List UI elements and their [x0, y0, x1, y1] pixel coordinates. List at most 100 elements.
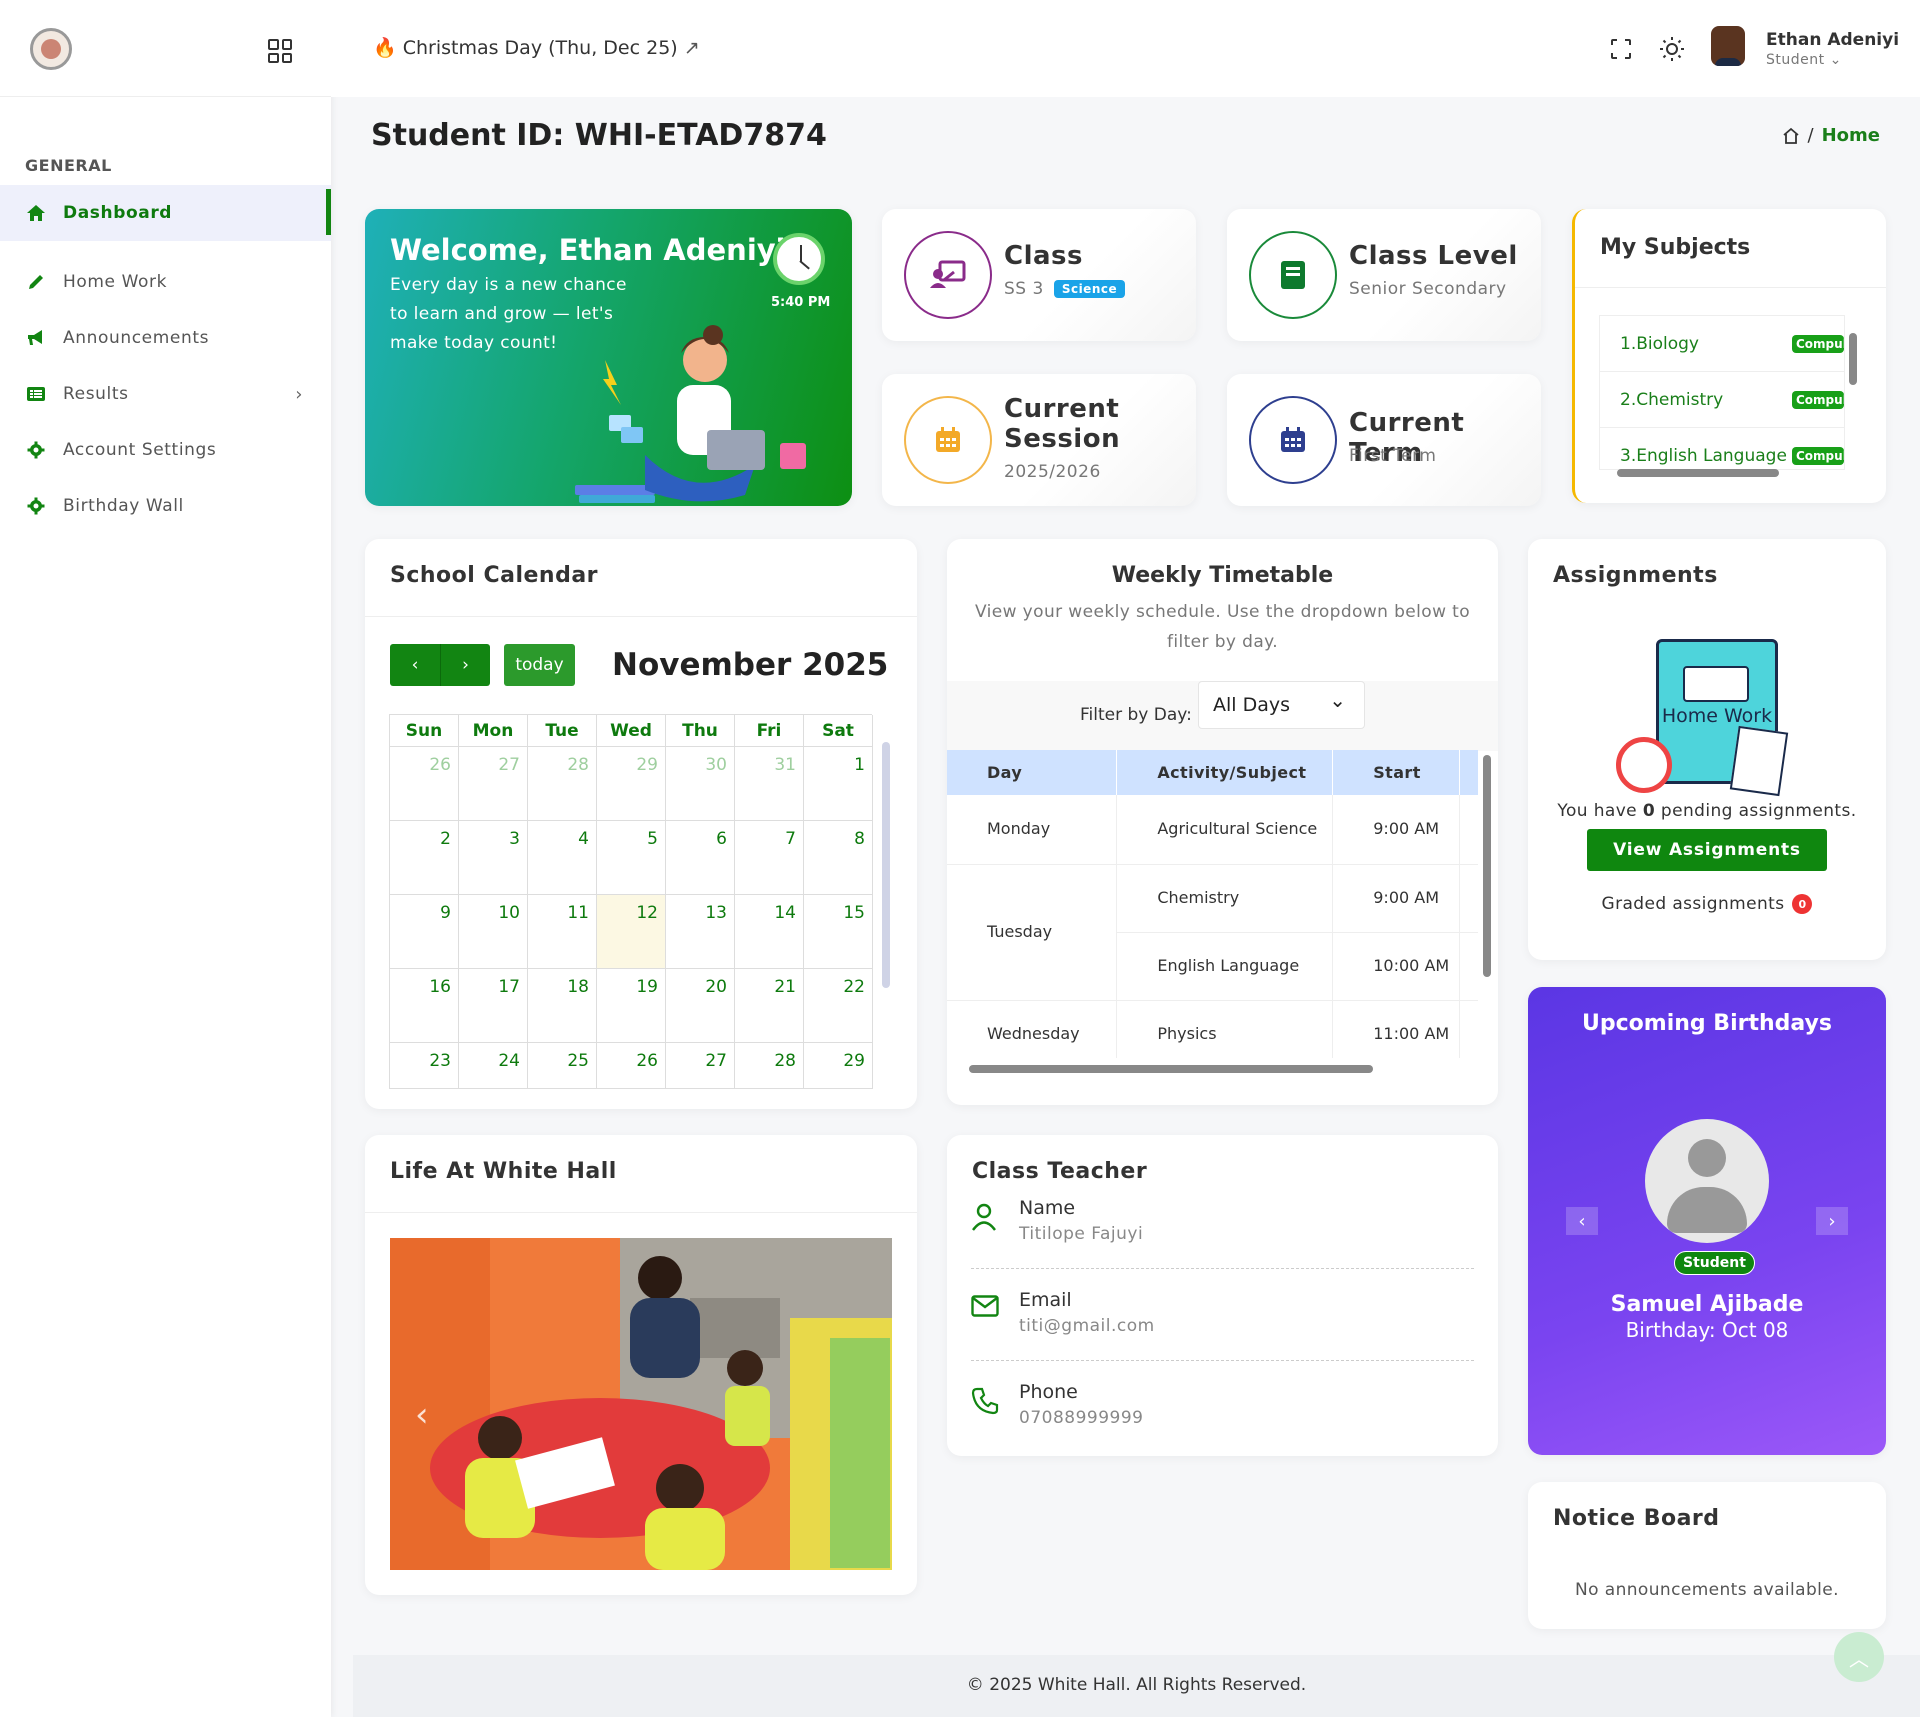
subjects-card: My Subjects 1.Biology Compulsory 2.Chemis…: [1572, 209, 1886, 503]
subjects-horizontal-scrollbar[interactable]: [1605, 469, 1835, 477]
home-outline-icon[interactable]: [1782, 127, 1800, 145]
sidebar-item-account-settings[interactable]: Account Settings: [0, 422, 331, 478]
calendar-day-cell[interactable]: 29: [804, 1043, 873, 1089]
column-header[interactable]: Day: [947, 750, 1118, 795]
breadcrumb-home[interactable]: Home: [1822, 125, 1880, 146]
calendar-day-cell[interactable]: 5: [597, 821, 666, 895]
teacher-phone-row: Phone 07088999999: [971, 1381, 1477, 1473]
day-filter-select[interactable]: All Days: [1198, 681, 1365, 729]
session-card: Current Session 2025/2026: [882, 374, 1196, 506]
column-header[interactable]: Activity/Subject: [1116, 750, 1334, 795]
calendar-day-cell[interactable]: 19: [597, 969, 666, 1043]
school-logo[interactable]: [30, 28, 72, 70]
home-icon: [25, 202, 47, 224]
teacher-phone[interactable]: 07088999999: [1019, 1408, 1143, 1428]
calendar-week-row: 9 10 11 12 13 14 15: [390, 895, 873, 969]
calendar-day-cell[interactable]: 16: [390, 969, 459, 1043]
calendar-day-cell[interactable]: 22: [804, 969, 873, 1043]
sidebar-item-announcements[interactable]: Announcements: [0, 310, 331, 366]
calendar-day-cell[interactable]: 2: [390, 821, 459, 895]
carousel-prev-icon[interactable]: ‹: [415, 1395, 429, 1435]
calendar-week-row: 26 27 28 29 30 31 1: [390, 747, 873, 821]
notice-empty-text: No announcements available.: [1575, 1580, 1839, 1600]
timetable-horizontal-scrollbar[interactable]: [957, 1065, 1473, 1073]
timetable-vertical-scrollbar[interactable]: [1483, 755, 1491, 1050]
user-role-dropdown[interactable]: Student ⌄: [1766, 52, 1842, 68]
view-assignments-button[interactable]: View Assignments: [1587, 829, 1827, 871]
graded-count-badge: 0: [1792, 894, 1813, 914]
calendar-day-cell[interactable]: 3: [459, 821, 528, 895]
calendar-scrollbar[interactable]: [882, 714, 890, 1094]
calendar-month: November 2025: [612, 647, 889, 683]
assignments-card: Assignments Home Work You have 0 pending…: [1528, 539, 1886, 960]
calendar-day-cell[interactable]: 9: [390, 895, 459, 969]
calendar-day-cell[interactable]: 24: [459, 1043, 528, 1089]
timetable-table: Day Activity/Subject Start Monday Agricu…: [947, 750, 1478, 1058]
calendar-day-cell[interactable]: 15: [804, 895, 873, 969]
calendar-day-cell[interactable]: 20: [666, 969, 735, 1043]
birthday-prev-button[interactable]: ‹: [1566, 1207, 1598, 1235]
teacher-email[interactable]: titi@gmail.com: [1019, 1316, 1155, 1336]
calendar-day-cell[interactable]: 26: [597, 1043, 666, 1089]
calendar-day-cell[interactable]: 8: [804, 821, 873, 895]
sidebar-item-results[interactable]: Results ›: [0, 366, 331, 422]
birthdays-title: Upcoming Birthdays: [1582, 1011, 1832, 1036]
graded-assignments-row[interactable]: Graded assignments 0: [1528, 894, 1886, 914]
event-link[interactable]: 🔥 Christmas Day (Thu, Dec 25) ↗: [373, 36, 700, 59]
divider: [971, 1360, 1474, 1361]
calendar-day-cell[interactable]: 10: [459, 895, 528, 969]
calendar-next-button[interactable]: ›: [440, 644, 490, 686]
sidebar-item-birthday-wall[interactable]: Birthday Wall: [0, 478, 331, 534]
class-label: Class: [1004, 241, 1083, 271]
calendar-day-cell[interactable]: 28: [528, 747, 597, 821]
calendar-day-cell[interactable]: 28: [735, 1043, 804, 1089]
table-cell-subject: Physics: [1116, 1000, 1334, 1058]
calendar-day-cell[interactable]: 14: [735, 895, 804, 969]
calendar-day-cell[interactable]: 23: [390, 1043, 459, 1089]
table-cell-day: Monday: [947, 795, 1118, 865]
calendar-day-cell[interactable]: 4: [528, 821, 597, 895]
class-value: SS 3: [1004, 279, 1044, 299]
calendar-day-cell[interactable]: 11: [528, 895, 597, 969]
subjects-list[interactable]: 1.Biology Compulsory 2.Chemistry Compulsor…: [1599, 315, 1845, 470]
table-cell-day: Wednesday: [947, 1000, 1118, 1058]
subjects-vertical-scrollbar[interactable]: [1849, 319, 1857, 459]
calendar-day-cell[interactable]: 12: [597, 895, 666, 969]
teacher-name-label: Name: [1019, 1197, 1076, 1219]
class-stream-badge: Science: [1053, 280, 1126, 298]
calendar-today-button[interactable]: today: [504, 644, 575, 686]
calendar-day-cell[interactable]: 27: [459, 747, 528, 821]
calendar-day-cell[interactable]: 27: [666, 1043, 735, 1089]
calendar-day-cell[interactable]: 7: [735, 821, 804, 895]
theme-toggle-icon[interactable]: [1659, 36, 1685, 62]
sidebar-item-home-work[interactable]: Home Work: [0, 254, 331, 310]
teacher-title: Class Teacher: [972, 1159, 1148, 1184]
sidebar-item-dashboard[interactable]: Dashboard: [0, 185, 331, 241]
calendar-day-cell[interactable]: 17: [459, 969, 528, 1043]
user-avatar[interactable]: [1711, 26, 1745, 66]
user-name[interactable]: Ethan Adeniyi: [1766, 30, 1899, 50]
calendar-prev-button[interactable]: ‹: [390, 644, 440, 686]
list-item[interactable]: 2.Chemistry Compulsory: [1600, 372, 1844, 428]
gear-icon: [25, 495, 47, 517]
calendar-day-cell[interactable]: 21: [735, 969, 804, 1043]
calendar-day-cell[interactable]: 1: [804, 747, 873, 821]
column-header[interactable]: Start: [1332, 750, 1461, 795]
calendar-day-cell[interactable]: 18: [528, 969, 597, 1043]
list-item[interactable]: 3.English Language Compulsory: [1600, 428, 1844, 469]
apps-grid-icon[interactable]: [268, 39, 292, 63]
calendar-day-cell[interactable]: 31: [735, 747, 804, 821]
calendar-day-cell[interactable]: 6: [666, 821, 735, 895]
calendar-day-cell[interactable]: 25: [528, 1043, 597, 1089]
list-item[interactable]: 1.Biology Compulsory: [1600, 316, 1844, 372]
back-to-top-button[interactable]: ︿: [1834, 1632, 1884, 1682]
fullscreen-icon[interactable]: [1609, 37, 1633, 61]
class-value-row: SS 3 Science: [1004, 279, 1126, 299]
calendar-day-cell[interactable]: 30: [666, 747, 735, 821]
calendar-day-cell[interactable]: 29: [597, 747, 666, 821]
teacher-name: Titilope Fajuyi: [1019, 1224, 1144, 1244]
birthday-next-button[interactable]: ›: [1816, 1207, 1848, 1235]
class-level-label: Class Level: [1349, 241, 1518, 271]
calendar-day-cell[interactable]: 13: [666, 895, 735, 969]
calendar-day-cell[interactable]: 26: [390, 747, 459, 821]
